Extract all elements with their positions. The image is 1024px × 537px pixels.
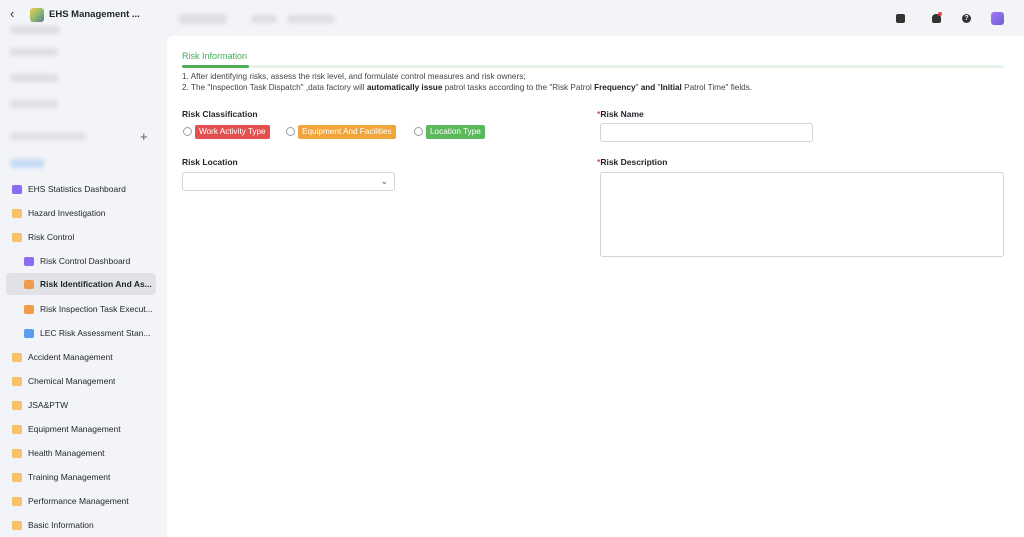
document-icon — [24, 279, 34, 289]
sidebar-item-basic-information[interactable]: Basic Information — [6, 514, 156, 536]
sidebar-item-label: Accident Management — [28, 352, 113, 362]
note-text-bold: and — [640, 83, 656, 92]
obscured-item — [10, 48, 58, 56]
document-icon — [24, 304, 34, 314]
note-text: patrol tasks according to the "Risk Patr… — [442, 83, 595, 92]
dashboard-icon — [24, 256, 34, 266]
help-icon[interactable]: ? — [962, 14, 971, 23]
sidebar-item-label: Hazard Investigation — [28, 208, 106, 218]
sidebar-item-label: LEC Risk Assessment Stan... — [40, 328, 151, 338]
notification-dot — [938, 12, 942, 16]
risk-location-select[interactable]: ⌄ — [182, 172, 395, 191]
risk-location-label: Risk Location — [182, 157, 238, 167]
obscured-item — [10, 26, 60, 34]
note-text-bold: Initial — [660, 83, 682, 92]
sidebar-item-label: Training Management — [28, 472, 111, 482]
avatar[interactable] — [991, 12, 1004, 25]
folder-icon — [12, 352, 22, 362]
risk-description-textarea[interactable] — [600, 172, 1004, 257]
obscured-item — [10, 159, 44, 168]
note-text-bold: automatically issue — [366, 83, 443, 92]
top-bar: ? — [167, 0, 1024, 36]
sidebar-item-label: Equipment Management — [28, 424, 121, 434]
tab-active-indicator — [182, 65, 249, 68]
sidebar-item-lec-risk-assessment[interactable]: LEC Risk Assessment Stan... — [6, 322, 156, 344]
risk-name-label: *Risk Name — [597, 109, 644, 119]
sidebar-item-accident-management[interactable]: Accident Management — [6, 346, 156, 368]
folder-icon — [12, 424, 22, 434]
obscured-breadcrumb — [287, 15, 335, 23]
sidebar-item-label: Performance Management — [28, 496, 129, 506]
add-icon[interactable]: + — [140, 130, 148, 143]
dashboard-icon — [12, 184, 22, 194]
sidebar-item-chemical-management[interactable]: Chemical Management — [6, 370, 156, 392]
radio-work-activity-type[interactable] — [183, 127, 192, 136]
risk-description-label-text: Risk Description — [600, 157, 668, 167]
folder-icon — [12, 376, 22, 386]
sidebar-item-risk-inspection-task[interactable]: Risk Inspection Task Execut... — [6, 298, 156, 320]
sidebar-item-ehs-statistics-dashboard[interactable]: EHS Statistics Dashboard — [6, 178, 156, 200]
radio-equipment-and-facilities[interactable] — [286, 127, 295, 136]
sidebar-item-label: JSA&PTW — [28, 400, 69, 410]
risk-classification-label: Risk Classification — [182, 109, 258, 119]
sidebar-item-equipment-management[interactable]: Equipment Management — [6, 418, 156, 440]
sidebar-item-risk-identification[interactable]: Risk Identification And As... — [6, 273, 156, 295]
sidebar: ‹ EHS Management ... + EHS Statistics Da… — [0, 0, 167, 537]
app-title: EHS Management ... — [49, 9, 140, 20]
sidebar-item-label: Risk Identification And As... — [40, 279, 152, 289]
tab-underline — [182, 65, 1004, 68]
sidebar-item-label: Risk Inspection Task Execut... — [40, 304, 153, 314]
sidebar-item-health-management[interactable]: Health Management — [6, 442, 156, 464]
document-icon — [24, 328, 34, 338]
note-text-bold: Frequency — [594, 83, 636, 92]
sidebar-item-label: Risk Control Dashboard — [40, 256, 131, 266]
chevron-down-icon: ⌄ — [380, 176, 388, 186]
main-panel: Risk Information 1. After identifying ri… — [167, 36, 1024, 537]
obscured-item — [10, 100, 58, 108]
sidebar-item-risk-control-dashboard[interactable]: Risk Control Dashboard — [6, 250, 156, 272]
obscured-breadcrumb — [179, 14, 227, 24]
risk-name-label-text: Risk Name — [600, 109, 644, 119]
sidebar-item-label: Chemical Management — [28, 376, 116, 386]
obscured-breadcrumb — [251, 15, 277, 23]
sidebar-item-performance-management[interactable]: Performance Management — [6, 490, 156, 512]
back-icon[interactable]: ‹ — [10, 7, 20, 20]
instruction-line-1: 1. After identifying risks, assess the r… — [182, 72, 526, 81]
folder-icon — [12, 448, 22, 458]
sidebar-item-jsa-ptw[interactable]: JSA&PTW — [6, 394, 156, 416]
note-text: 2. The "Inspection Task Dispatch" ,data … — [182, 83, 367, 92]
radio-location-type[interactable] — [414, 127, 423, 136]
risk-name-input[interactable] — [600, 123, 813, 142]
folder-icon — [12, 232, 22, 242]
tag-location-type[interactable]: Location Type — [426, 125, 485, 139]
risk-description-label: *Risk Description — [597, 157, 667, 167]
app-logo-icon — [30, 8, 44, 22]
sidebar-item-label: Health Management — [28, 448, 105, 458]
tag-work-activity-type[interactable]: Work Activity Type — [195, 125, 270, 139]
tag-equipment-and-facilities[interactable]: Equipment And Facilities — [298, 125, 396, 139]
obscured-section-title — [10, 133, 86, 140]
folder-icon — [12, 208, 22, 218]
obscured-item — [10, 74, 58, 82]
sidebar-item-hazard-investigation[interactable]: Hazard Investigation — [6, 202, 156, 224]
folder-icon — [12, 520, 22, 530]
folder-icon — [12, 496, 22, 506]
folder-icon — [12, 472, 22, 482]
sidebar-item-label: EHS Statistics Dashboard — [28, 184, 126, 194]
sidebar-item-risk-control[interactable]: Risk Control — [6, 226, 156, 248]
instruction-line-2: 2. The "Inspection Task Dispatch" ,data … — [182, 83, 752, 92]
panel-toggle-icon[interactable] — [896, 14, 905, 23]
sidebar-item-label: Basic Information — [28, 520, 94, 530]
sidebar-item-training-management[interactable]: Training Management — [6, 466, 156, 488]
tab-risk-information[interactable]: Risk Information — [182, 51, 247, 61]
note-text: Patrol Time" fields. — [681, 83, 753, 92]
folder-icon — [12, 400, 22, 410]
sidebar-item-label: Risk Control — [28, 232, 75, 242]
